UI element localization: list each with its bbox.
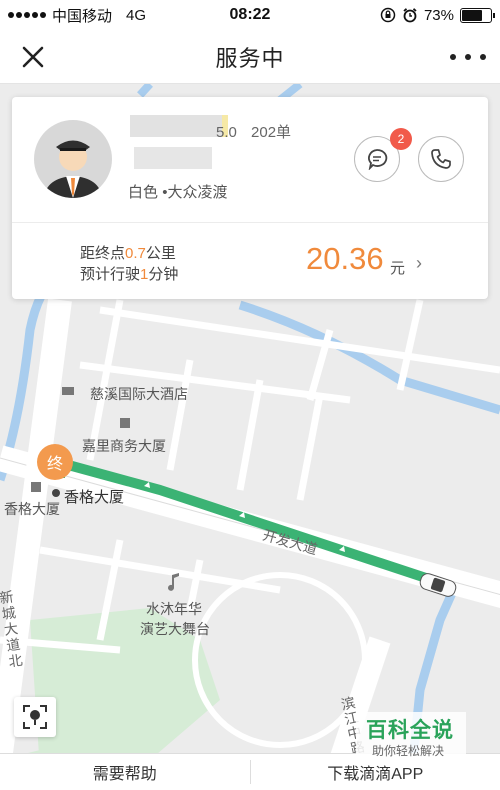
rotation-lock-icon: [380, 7, 396, 23]
rating-value: 5.0: [216, 124, 237, 141]
car-model: •大众凌渡: [162, 184, 228, 201]
driver-name-blurred: [130, 115, 228, 137]
driver-avatar: [34, 120, 112, 198]
watermark-logo: 百科全说 助你轻松解决: [356, 712, 466, 760]
watermark-title: 百科全说: [366, 719, 454, 742]
map-label-jiali: 嘉里商务大厦: [82, 438, 166, 454]
distance-value: 0.7: [125, 245, 146, 262]
fare-detail-chevron-icon[interactable]: ›: [416, 253, 422, 274]
map-label-xiangge-small: 香格大厦: [4, 501, 60, 517]
locate-icon: [23, 705, 47, 729]
alarm-icon: [403, 8, 417, 23]
license-plate-blurred: [134, 147, 212, 169]
call-button[interactable]: [418, 136, 464, 182]
map-label-xiangge: 香格大厦: [64, 489, 125, 506]
status-bar: 中国移动 4G 08:22 73%: [0, 0, 500, 30]
estimated-time: 预计行驶1分钟: [80, 263, 178, 284]
nav-bar: 服务中: [0, 30, 500, 84]
help-button[interactable]: 需要帮助: [0, 754, 250, 790]
destination-pin[interactable]: 终: [37, 444, 73, 480]
time-prefix: 预计行驶: [80, 266, 141, 283]
unread-badge: 2: [390, 128, 412, 150]
battery-icon: [460, 7, 495, 23]
distance-unit: 公里: [145, 245, 176, 262]
map-label-stage: 演艺大舞台: [140, 621, 210, 637]
watermark-subtitle: 助你轻松解决: [372, 744, 445, 758]
remaining-distance: 距终点0.7公里: [80, 242, 176, 263]
map-label-shuimu: 水沐年华: [146, 601, 202, 617]
fare-unit: 元: [390, 260, 406, 277]
phone-icon: [431, 149, 451, 169]
time-unit: 分钟: [148, 266, 179, 283]
locate-me-button[interactable]: [14, 697, 56, 737]
more-options-icon[interactable]: [450, 48, 486, 66]
battery-level-fill: [462, 9, 483, 21]
chat-icon: [368, 149, 388, 170]
fare-amount[interactable]: 20.36: [306, 241, 384, 277]
card-divider: [12, 222, 488, 223]
driver-card: 5.0 202单 白色 •大众凌渡 2 距终点0.7公里 预计行驶1分钟 20.…: [12, 97, 488, 299]
distance-prefix: 距终点: [80, 245, 126, 262]
car-info: 白色 •大众凌渡: [128, 181, 227, 202]
car-color: 白色: [128, 184, 159, 201]
battery-percent: 73%: [423, 6, 454, 24]
map-label-hotel: 慈溪国际大酒店: [90, 386, 188, 402]
close-icon[interactable]: [18, 42, 48, 72]
order-count: 202单: [251, 124, 292, 141]
driver-rating: 5.0 202单: [216, 121, 291, 142]
page-title: 服务中: [215, 45, 285, 71]
